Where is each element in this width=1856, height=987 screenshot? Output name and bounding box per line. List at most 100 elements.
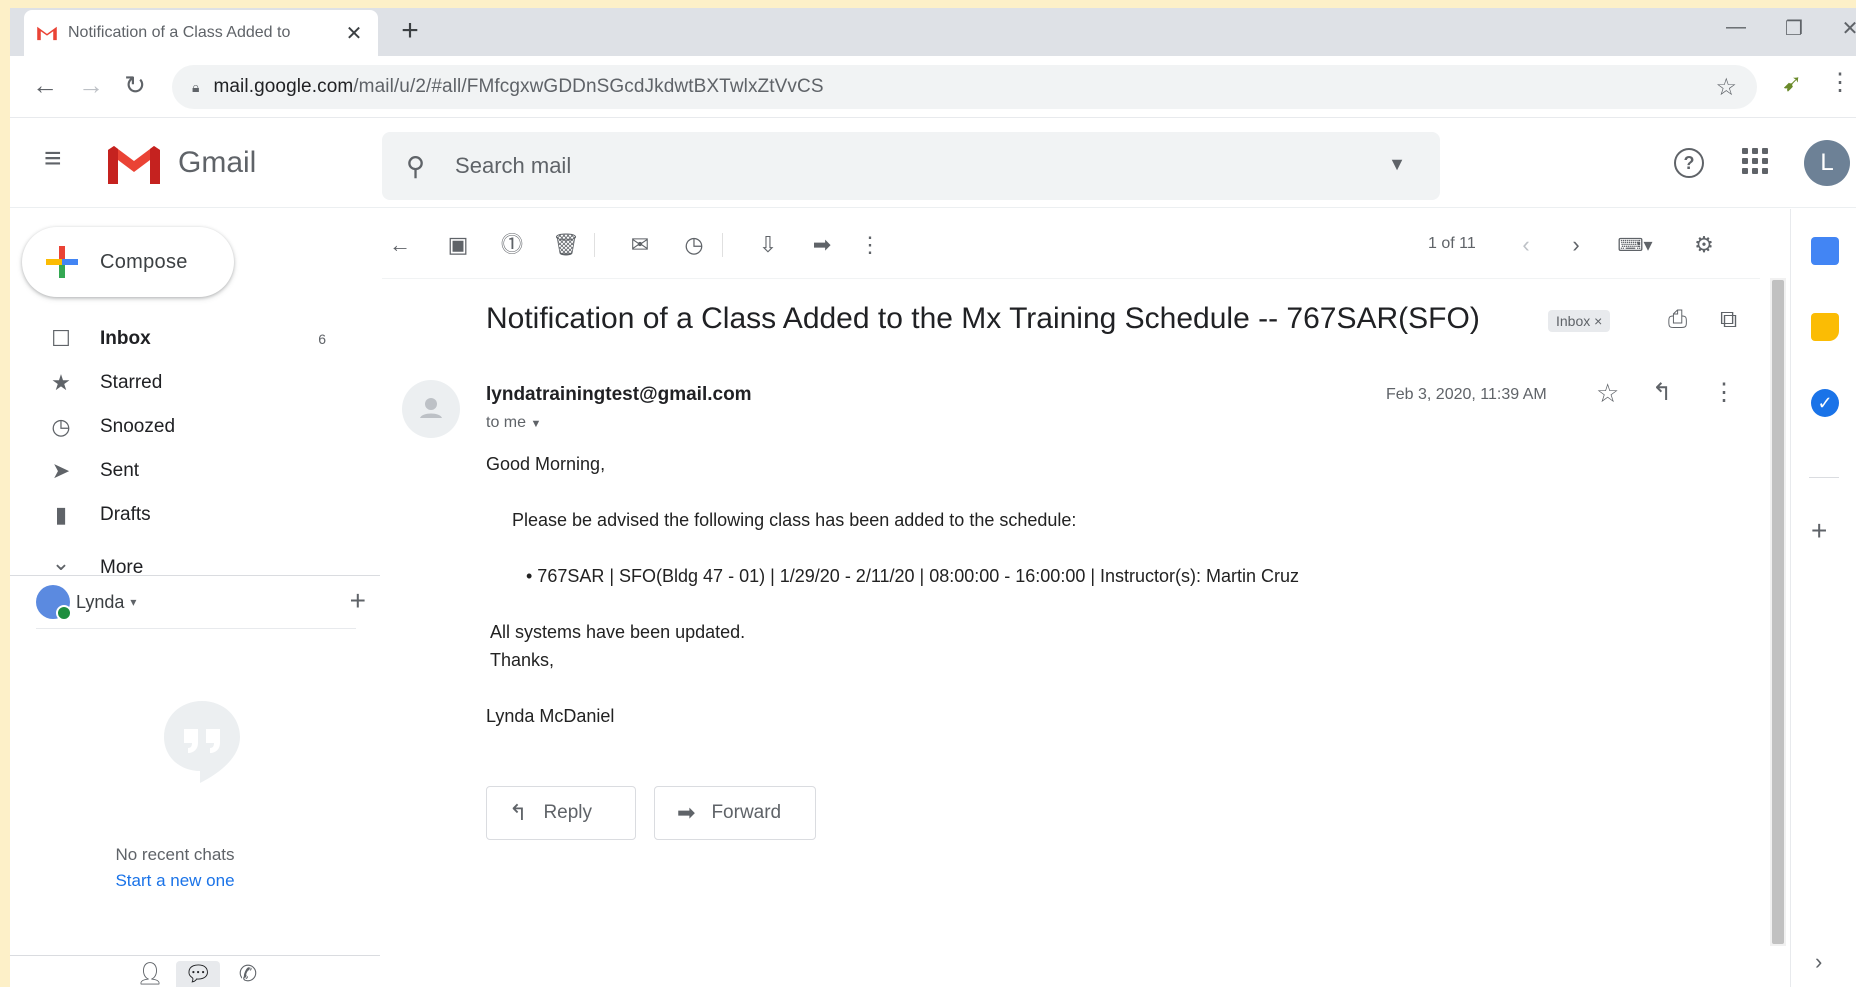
url-text: mail.google.com/mail/u/2/#all/FMfcgxwGDD… bbox=[213, 76, 823, 98]
sidebar-item-more[interactable]: ⌄ More bbox=[10, 535, 370, 575]
gmail-logo-icon bbox=[108, 146, 160, 184]
new-chat-plus-icon[interactable]: + bbox=[350, 585, 366, 617]
open-new-window-icon[interactable]: ⧉ bbox=[1720, 306, 1737, 334]
user-avatar bbox=[36, 585, 72, 621]
body-greeting: Good Morning, bbox=[486, 454, 606, 474]
message-more-icon[interactable]: ⋮ bbox=[1712, 378, 1736, 407]
caret-down-icon: ▼ bbox=[530, 418, 542, 430]
bookmark-star-icon[interactable]: ☆ bbox=[1715, 73, 1737, 102]
message-date: Feb 3, 2020, 11:39 AM bbox=[1386, 386, 1547, 403]
search-options-icon[interactable]: ▼ bbox=[1388, 154, 1406, 175]
sidebar-item-label: Drafts bbox=[100, 504, 151, 525]
message-subject: Notification of a Class Added to the Mx … bbox=[486, 302, 1480, 335]
person-icon bbox=[420, 398, 442, 418]
omnibox[interactable]: 🔒︎ mail.google.com/mail/u/2/#all/FMfcgxw… bbox=[172, 65, 1757, 109]
scrollbar-thumb[interactable] bbox=[1772, 280, 1784, 944]
contacts-tab-icon[interactable]: 👤︎ bbox=[128, 961, 172, 987]
new-tab-button[interactable]: + bbox=[392, 14, 428, 48]
sidebar-item-starred[interactable]: ★ Starred bbox=[10, 361, 370, 405]
body-updated: All systems have been updated. bbox=[490, 622, 746, 642]
compose-plus-icon bbox=[46, 246, 78, 278]
reload-icon[interactable]: ↻ bbox=[118, 70, 152, 101]
sidebar-item-inbox[interactable]: ☐ Inbox 6 bbox=[10, 317, 370, 361]
archive-icon[interactable]: ▣ bbox=[440, 227, 476, 263]
sender-email[interactable]: lyndatrainingtest@gmail.com bbox=[486, 384, 752, 406]
label-icon[interactable]: ➡ bbox=[804, 227, 840, 263]
star-icon: ★ bbox=[51, 370, 71, 395]
no-recent-chats-text: No recent chats bbox=[115, 845, 235, 864]
reply-button[interactable]: ↰ Reply bbox=[486, 786, 636, 840]
clock-icon: ◷ bbox=[51, 414, 71, 439]
help-icon[interactable]: ? bbox=[1674, 148, 1704, 178]
gmail-header: ≡ Gmail ⚲ ▼ ? L bbox=[10, 118, 1856, 208]
message-toolbar: ← ▣ ⓵ 🗑︎ ✉ ◷ ⇩ ➡ ⋮ 1 of 11 ‹ › ⌨▾ ⚙ bbox=[382, 209, 1760, 279]
sidebar-item-sent[interactable]: ➤ Sent bbox=[10, 449, 370, 493]
close-window-icon[interactable]: ✕ bbox=[1830, 16, 1856, 41]
phone-tab-icon[interactable]: ✆ bbox=[226, 961, 270, 987]
body-signature: Lynda McDaniel bbox=[486, 706, 615, 726]
forward-label: Forward bbox=[711, 802, 782, 823]
tab-strip: Notification of a Class Added to ✕ + — ❐… bbox=[10, 8, 1856, 56]
star-message-icon[interactable]: ☆ bbox=[1596, 378, 1619, 409]
browser-tab[interactable]: Notification of a Class Added to ✕ bbox=[24, 10, 378, 56]
start-new-chat-link[interactable]: Start a new one bbox=[10, 871, 340, 891]
forward-button[interactable]: ➡ Forward bbox=[654, 786, 816, 840]
back-to-inbox-icon[interactable]: ← bbox=[382, 227, 418, 263]
divider bbox=[722, 233, 723, 257]
restore-icon[interactable]: ❐ bbox=[1774, 16, 1814, 41]
extension-icon[interactable]: ➹ bbox=[1782, 69, 1802, 98]
keep-icon[interactable] bbox=[1811, 313, 1839, 341]
browser-menu-icon[interactable]: ⋮ bbox=[1828, 68, 1852, 97]
recipients-text: to me bbox=[486, 414, 527, 431]
main-menu-icon[interactable]: ≡ bbox=[44, 142, 62, 176]
get-addons-plus-icon[interactable]: + bbox=[1811, 515, 1827, 547]
report-spam-icon[interactable]: ⓵ bbox=[494, 227, 530, 263]
reply-icon[interactable]: ↰ bbox=[1652, 378, 1672, 407]
minimize-icon[interactable]: — bbox=[1716, 16, 1756, 39]
user-caret-icon: ▾ bbox=[130, 595, 137, 609]
print-icon[interactable]: ⎙ bbox=[1668, 306, 1687, 334]
delete-icon[interactable]: 🗑︎ bbox=[548, 227, 584, 263]
draft-icon: ▮ bbox=[54, 502, 68, 527]
sidebar-item-snoozed[interactable]: ◷ Snoozed bbox=[10, 405, 370, 449]
account-avatar[interactable]: L bbox=[1804, 140, 1850, 186]
gmail-logo-text: Gmail bbox=[178, 146, 257, 179]
tasks-icon[interactable]: ✓ bbox=[1811, 389, 1839, 417]
send-icon: ➤ bbox=[51, 458, 71, 483]
apps-grid-icon[interactable] bbox=[1742, 148, 1768, 174]
search-bar[interactable]: ⚲ ▼ bbox=[382, 132, 1440, 200]
unread-count: 6 bbox=[318, 331, 326, 347]
settings-gear-icon[interactable]: ⚙ bbox=[1686, 227, 1722, 263]
hangouts-user[interactable]: Lynda ▾ + bbox=[36, 581, 366, 623]
sender-avatar bbox=[402, 380, 460, 438]
back-icon[interactable]: ← bbox=[28, 70, 62, 101]
inbox-label-chip[interactable]: Inbox × bbox=[1548, 310, 1611, 332]
sidebar-item-drafts[interactable]: ▮ Drafts bbox=[10, 493, 370, 537]
expand-panel-icon[interactable]: › bbox=[1815, 949, 1822, 975]
calendar-icon[interactable] bbox=[1811, 237, 1839, 265]
divider bbox=[10, 575, 380, 576]
search-input[interactable] bbox=[455, 153, 1336, 179]
chevron-down-icon: ⌄ bbox=[51, 550, 71, 575]
move-to-icon[interactable]: ⇩ bbox=[750, 227, 786, 263]
snooze-icon[interactable]: ◷ bbox=[676, 227, 712, 263]
tab-close-icon[interactable]: ✕ bbox=[342, 21, 366, 46]
sidebar-item-label: Sent bbox=[100, 460, 140, 481]
sidebar-item-label: Inbox bbox=[100, 328, 151, 349]
tab-title: Notification of a Class Added to bbox=[68, 24, 291, 41]
search-icon[interactable]: ⚲ bbox=[406, 151, 425, 182]
recipients-toggle[interactable]: to me ▼ bbox=[486, 414, 541, 432]
address-bar-row: ← → ↻ 🔒︎ mail.google.com/mail/u/2/#all/F… bbox=[10, 56, 1856, 118]
gmail-favicon-icon bbox=[37, 26, 57, 41]
divider bbox=[36, 628, 356, 629]
compose-button[interactable]: Compose bbox=[22, 227, 234, 297]
reply-label: Reply bbox=[543, 802, 593, 823]
more-actions-icon[interactable]: ⋮ bbox=[852, 227, 888, 263]
input-tools-icon[interactable]: ⌨▾ bbox=[1610, 227, 1660, 263]
newer-icon[interactable]: ‹ bbox=[1508, 227, 1544, 263]
browser-window: Notification of a Class Added to ✕ + — ❐… bbox=[10, 8, 1856, 987]
mark-unread-icon[interactable]: ✉ bbox=[622, 227, 658, 263]
forward-icon[interactable]: → bbox=[74, 70, 108, 101]
hangouts-tab-icon[interactable]: 💬︎ bbox=[176, 961, 220, 987]
older-icon[interactable]: › bbox=[1558, 227, 1594, 263]
